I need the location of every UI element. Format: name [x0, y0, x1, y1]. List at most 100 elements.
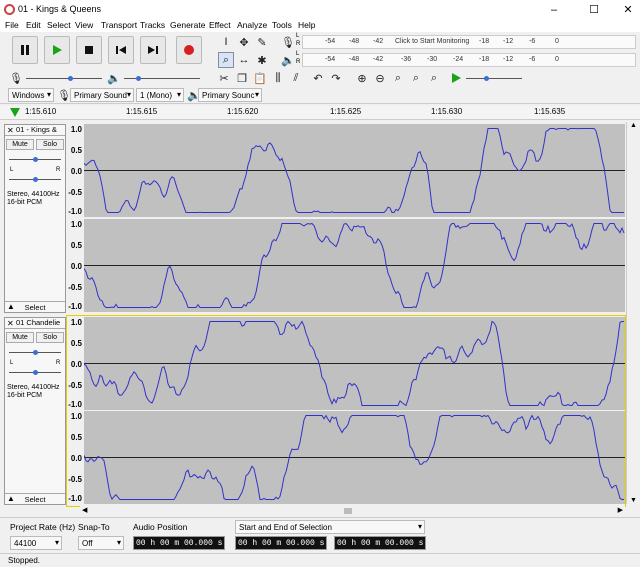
record-meter-button[interactable]: 🎙	[280, 34, 296, 50]
play-at-speed-button[interactable]	[448, 70, 464, 86]
cut-button[interactable]: ✂	[216, 70, 232, 86]
scroll-thumb[interactable]	[344, 508, 352, 514]
track-name-menu[interactable]: 01 - Kings &	[5, 125, 65, 136]
silence-icon: ⫽	[293, 71, 299, 84]
horizontal-scrollbar[interactable]: ◀ ▶	[80, 506, 625, 516]
playback-device-select[interactable]: Primary Sounc	[198, 88, 262, 102]
menu-tracks[interactable]: Tracks	[140, 20, 165, 30]
menu-edit[interactable]: Edit	[26, 20, 41, 30]
selection-start-field[interactable]: 00 h 00 m 00.000 s	[235, 536, 328, 550]
selection-tool-button[interactable]: I	[218, 34, 234, 50]
menu-transport[interactable]: Transport	[101, 20, 137, 30]
silence-button[interactable]: ⫽	[288, 70, 304, 86]
play-button[interactable]	[44, 36, 70, 64]
vertical-scrollbar[interactable]: ▲ ▼	[626, 122, 640, 504]
menu-analyze[interactable]: Analyze	[237, 20, 267, 30]
scroll-left-icon[interactable]: ◀	[82, 506, 87, 514]
menu-tools[interactable]: Tools	[272, 20, 292, 30]
record-volume-slider[interactable]	[26, 74, 104, 82]
mute-button[interactable]: Mute	[6, 332, 34, 343]
zoom-toggle-button[interactable]: ⌕	[426, 70, 442, 86]
menu-view[interactable]: View	[75, 20, 93, 30]
close-button[interactable]: ✕	[620, 2, 636, 18]
maximize-button[interactable]: ☐	[586, 2, 602, 18]
skip-to-start-button[interactable]	[108, 36, 134, 64]
minimize-button[interactable]: –	[546, 2, 562, 18]
copy-button[interactable]: ❐	[234, 70, 250, 86]
skip-to-end-button[interactable]	[140, 36, 166, 64]
pan-slider[interactable]	[9, 368, 61, 376]
pan-right-label: R	[56, 167, 61, 173]
timeline-ruler[interactable]: 1:15.610 1:15.615 1:15.620 1:15.625 1:15…	[0, 106, 640, 120]
gain-slider[interactable]	[9, 155, 61, 163]
trim-button[interactable]: ⫼	[270, 70, 286, 86]
selection-mode-select[interactable]: Start and End of Selection	[235, 520, 425, 534]
track-name-menu[interactable]: 01 Chandelie	[5, 318, 65, 329]
rec-meter-l: L	[296, 33, 300, 39]
channels-select[interactable]: 1 (Mono)	[136, 88, 184, 102]
selection-end-field[interactable]: 00 h 00 m 00.000 s	[334, 536, 427, 550]
fit-project-button[interactable]: ⌕	[408, 70, 424, 86]
waveform-channel[interactable]	[84, 411, 625, 504]
draw-tool-button[interactable]: ✎	[254, 34, 270, 50]
solo-button[interactable]: Solo	[36, 139, 64, 150]
record-meter[interactable]: -54 -48 -42 Click to Start Monitoring -1…	[302, 35, 636, 49]
waveform-channel[interactable]	[84, 124, 625, 217]
waveform-channel[interactable]	[84, 317, 625, 410]
collapse-icon[interactable]: ▲	[7, 302, 15, 311]
zoom-in-button[interactable]: ⊕	[354, 70, 370, 86]
snap-to-select[interactable]: Off	[78, 536, 124, 550]
zoom-out-button[interactable]: ⊖	[372, 70, 388, 86]
scroll-right-icon[interactable]: ▶	[618, 506, 623, 514]
waveform-channel[interactable]	[84, 219, 625, 312]
play-speed-slider[interactable]	[466, 74, 524, 82]
menu-select[interactable]: Select	[47, 20, 71, 30]
menu-file[interactable]: File	[5, 20, 19, 30]
multi-tool-button[interactable]: ✱	[254, 52, 270, 68]
scale-label: 0.5	[70, 241, 82, 250]
status-text: Stopped.	[8, 556, 41, 565]
audio-position-field[interactable]: 00 h 00 m 00.000 s	[133, 536, 226, 550]
pencil-icon: ✎	[257, 36, 267, 49]
zoom-in-icon: ⊕	[357, 72, 367, 85]
project-rate-select[interactable]: 44100	[10, 536, 62, 550]
collapse-icon[interactable]: ▲	[7, 494, 15, 503]
stop-button[interactable]	[76, 36, 102, 64]
gain-slider[interactable]	[9, 348, 61, 356]
redo-button[interactable]: ↷	[328, 70, 344, 86]
vertical-scale[interactable]: 1.0 0.5 0.0 -0.5 -1.0	[66, 317, 84, 410]
menu-generate[interactable]: Generate	[170, 20, 205, 30]
menu-bar: File Edit Select View Transport Tracks G…	[0, 20, 640, 32]
play-tick: 0	[555, 56, 559, 63]
rec-tick: -42	[373, 38, 384, 45]
playback-meter[interactable]: -54 -48 -42 -36 -30 -24 -18 -12 -6 0	[302, 53, 636, 67]
vertical-scale[interactable]: 1.0 0.5 0.0 -0.5 -1.0	[66, 411, 84, 504]
play-tick: -42	[373, 56, 384, 63]
playback-volume-slider[interactable]	[124, 74, 202, 82]
ruler-tick-label: 1:15.620	[227, 107, 259, 116]
vertical-scale[interactable]: 1.0 0.5 0.0 -0.5 -1.0	[66, 124, 84, 217]
paste-button[interactable]: 📋	[252, 70, 268, 86]
pan-slider[interactable]	[9, 175, 61, 183]
zoom-tool-button[interactable]: ⌕	[218, 52, 234, 68]
audio-host-select[interactable]: Windows	[8, 88, 54, 102]
recording-device-select[interactable]: Primary Sound	[70, 88, 134, 102]
scroll-up-icon[interactable]: ▲	[630, 122, 637, 129]
undo-button[interactable]: ↶	[310, 70, 326, 86]
title-bar: 01 - Kings & Queens – ☐ ✕	[0, 0, 640, 20]
solo-button[interactable]: Solo	[36, 332, 64, 343]
record-button[interactable]	[176, 36, 202, 64]
scale-label: -0.5	[68, 381, 82, 390]
menu-effect[interactable]: Effect	[209, 20, 231, 30]
pause-button[interactable]	[12, 36, 38, 64]
fit-selection-button[interactable]: ⌕	[390, 70, 406, 86]
mute-button[interactable]: Mute	[6, 139, 34, 150]
menu-help[interactable]: Help	[298, 20, 315, 30]
scroll-down-icon[interactable]: ▼	[630, 497, 637, 504]
scale-label: 0.5	[70, 433, 82, 442]
timeshift-tool-button[interactable]: ↔	[236, 52, 252, 68]
vertical-scale[interactable]: 1.0 0.5 0.0 -0.5 -1.0	[66, 219, 84, 312]
playback-meter-button[interactable]: 🔈	[280, 52, 296, 68]
monitoring-prompt[interactable]: Click to Start Monitoring	[395, 38, 469, 45]
envelope-tool-button[interactable]: ✥	[236, 34, 252, 50]
